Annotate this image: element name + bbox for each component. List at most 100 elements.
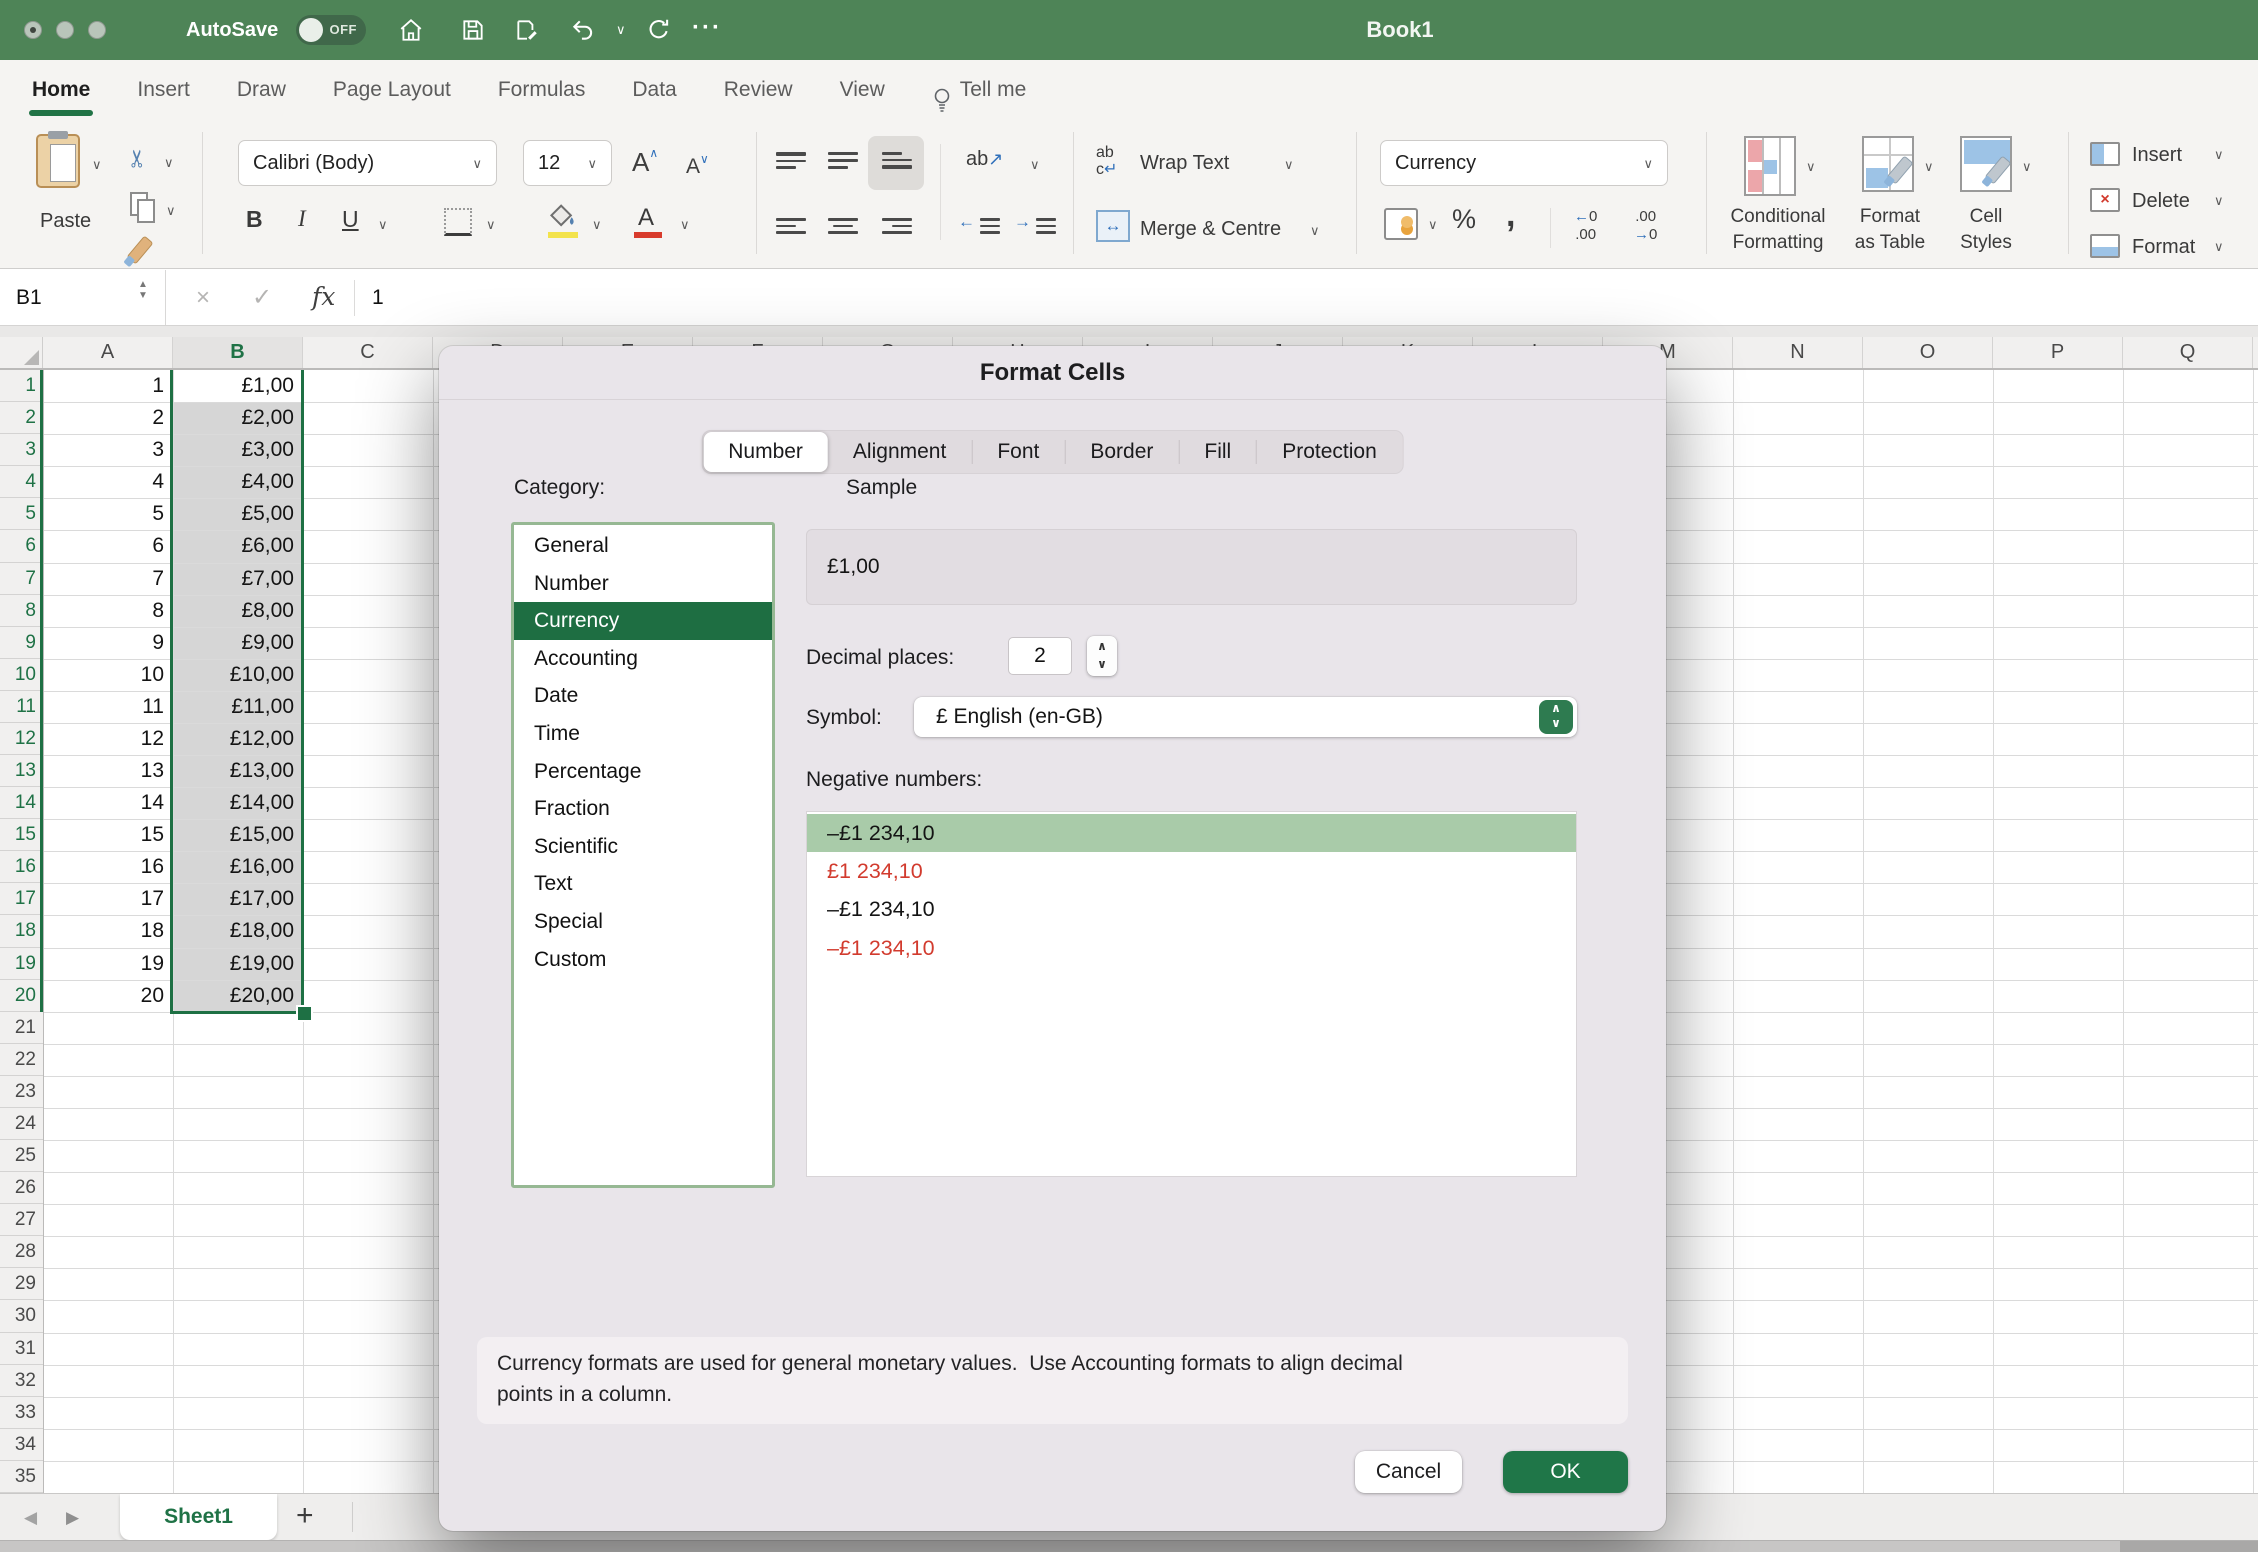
merge-centre-icon[interactable]: ↔	[1096, 210, 1130, 242]
borders-icon[interactable]	[444, 208, 472, 236]
increase-decimal-button[interactable]: ←0.00	[1574, 208, 1597, 244]
sheet-tab-sheet1[interactable]: Sheet1	[120, 1494, 277, 1540]
row-header-9[interactable]: 9	[0, 627, 43, 659]
zoom-window-button[interactable]	[88, 21, 106, 39]
cut-icon[interactable]: ✂	[124, 148, 153, 168]
row-header-34[interactable]: 34	[0, 1429, 43, 1461]
category-item-accounting[interactable]: Accounting	[514, 640, 772, 678]
cell-A4[interactable]: 4	[43, 466, 173, 498]
name-box-stepper[interactable]: ▲▼	[138, 279, 148, 301]
cell-A5[interactable]: 5	[43, 498, 173, 530]
cell-A7[interactable]: 7	[43, 563, 173, 595]
dialog-tab-number[interactable]: Number	[703, 432, 828, 472]
ribbon-tab-tell-me[interactable]: Tell me	[932, 60, 1027, 120]
underline-button[interactable]: U	[342, 206, 359, 233]
symbol-popup[interactable]: £ English (en-GB) ∧ ∨	[914, 697, 1577, 737]
align-top-icon[interactable]	[776, 148, 806, 173]
decrease-decimal-button[interactable]: .00→0	[1634, 208, 1657, 244]
orientation-chevron[interactable]: ∨	[1030, 158, 1040, 171]
next-sheet-icon[interactable]: ▶	[66, 1494, 79, 1541]
row-header-1[interactable]: 1	[0, 370, 43, 402]
decimal-places-input[interactable]: 2	[1008, 637, 1072, 675]
column-header-N[interactable]: N	[1733, 337, 1863, 368]
row-header-14[interactable]: 14	[0, 787, 43, 819]
row-header-13[interactable]: 13	[0, 755, 43, 787]
row-header-32[interactable]: 32	[0, 1365, 43, 1397]
row-header-25[interactable]: 25	[0, 1140, 43, 1172]
row-header-35[interactable]: 35	[0, 1461, 43, 1493]
conditional-formatting-button[interactable]: ConditionalFormatting	[1730, 204, 1825, 256]
category-item-special[interactable]: Special	[514, 903, 772, 941]
cell-A9[interactable]: 9	[43, 627, 173, 659]
ribbon-tab-draw[interactable]: Draw	[237, 60, 286, 120]
decrease-font-size-button[interactable]: A∨	[686, 152, 709, 179]
category-item-general[interactable]: General	[514, 527, 772, 565]
cell-A8[interactable]: 8	[43, 595, 173, 627]
ribbon-tab-insert[interactable]: Insert	[137, 60, 190, 120]
format-as-table-button[interactable]: Formatas Table	[1855, 204, 1925, 256]
format-cells-icon[interactable]	[2090, 234, 2120, 258]
merge-centre-button[interactable]: Merge & Centre	[1140, 218, 1281, 241]
column-header-O[interactable]: O	[1863, 337, 1993, 368]
cell-A6[interactable]: 6	[43, 530, 173, 562]
confirm-entry-icon[interactable]: ✓	[252, 270, 272, 325]
ribbon-tab-home[interactable]: Home	[32, 60, 90, 120]
fill-color-icon[interactable]	[548, 202, 578, 230]
cell-A18[interactable]: 18	[43, 915, 173, 947]
cell-A2[interactable]: 2	[43, 402, 173, 434]
category-item-time[interactable]: Time	[514, 715, 772, 753]
delete-chevron[interactable]: ∨	[2214, 194, 2224, 207]
decimal-places-stepper[interactable]: ∧ ∨	[1087, 636, 1117, 676]
category-item-percentage[interactable]: Percentage	[514, 753, 772, 791]
row-header-17[interactable]: 17	[0, 883, 43, 915]
percent-style-button[interactable]: %	[1452, 204, 1476, 235]
formula-bar-content[interactable]: 1	[372, 270, 384, 325]
row-header-29[interactable]: 29	[0, 1268, 43, 1300]
cancel-button[interactable]: Cancel	[1355, 1451, 1462, 1493]
cell-A11[interactable]: 11	[43, 691, 173, 723]
column-header-Q[interactable]: Q	[2123, 337, 2253, 368]
close-window-button[interactable]	[24, 21, 42, 39]
stepper-up-icon[interactable]: ∧	[1087, 636, 1117, 654]
row-header-23[interactable]: 23	[0, 1076, 43, 1108]
dialog-tab-protection[interactable]: Protection	[1257, 432, 1402, 472]
column-header-B[interactable]: B	[173, 337, 303, 368]
comma-style-button[interactable]: ,	[1506, 196, 1515, 235]
wrap-text-button[interactable]: Wrap Text	[1140, 152, 1229, 175]
cell-styles-icon[interactable]	[1960, 136, 2012, 192]
category-item-currency[interactable]: Currency	[514, 602, 772, 640]
fill-color-chevron[interactable]: ∨	[592, 218, 602, 231]
previous-sheet-icon[interactable]: ◀	[24, 1494, 37, 1541]
dialog-tab-fill[interactable]: Fill	[1179, 432, 1256, 472]
accounting-format-chevron[interactable]: ∨	[1428, 218, 1438, 231]
minimize-window-button[interactable]	[56, 21, 74, 39]
negative-option-3[interactable]: –£1 234,10	[807, 890, 1576, 928]
dialog-tab-border[interactable]: Border	[1065, 432, 1178, 472]
category-item-number[interactable]: Number	[514, 565, 772, 603]
accounting-format-icon[interactable]	[1384, 208, 1418, 240]
column-header-P[interactable]: P	[1993, 337, 2123, 368]
undo-menu-chevron[interactable]: ∨	[616, 0, 626, 60]
ribbon-tab-page-layout[interactable]: Page Layout	[333, 60, 451, 120]
bold-button[interactable]: B	[246, 206, 263, 233]
row-header-30[interactable]: 30	[0, 1300, 43, 1332]
font-name-combo[interactable]: Calibri (Body) ∨	[238, 140, 497, 186]
orientation-icon[interactable]: ab↗	[966, 148, 1003, 171]
paste-button[interactable]: Paste	[40, 210, 91, 233]
wrap-text-icon[interactable]: abc↵	[1096, 144, 1117, 178]
undo-icon[interactable]	[570, 17, 596, 43]
cell-A16[interactable]: 16	[43, 851, 173, 883]
wrap-text-chevron[interactable]: ∨	[1284, 158, 1294, 171]
align-left-icon[interactable]	[776, 214, 806, 238]
add-sheet-button[interactable]: +	[296, 1494, 314, 1541]
font-size-combo[interactable]: 12 ∨	[523, 140, 612, 186]
align-bottom-icon[interactable]	[882, 148, 912, 173]
insert-cells-icon[interactable]	[2090, 142, 2120, 166]
autosave-toggle[interactable]: OFF	[296, 15, 366, 45]
ribbon-tab-view[interactable]: View	[840, 60, 885, 120]
name-box[interactable]: B1 ▲▼	[0, 270, 166, 325]
row-header-24[interactable]: 24	[0, 1108, 43, 1140]
ribbon-tab-formulas[interactable]: Formulas	[498, 60, 586, 120]
row-header-22[interactable]: 22	[0, 1044, 43, 1076]
more-toolbar-icon[interactable]: ···	[692, 0, 722, 60]
